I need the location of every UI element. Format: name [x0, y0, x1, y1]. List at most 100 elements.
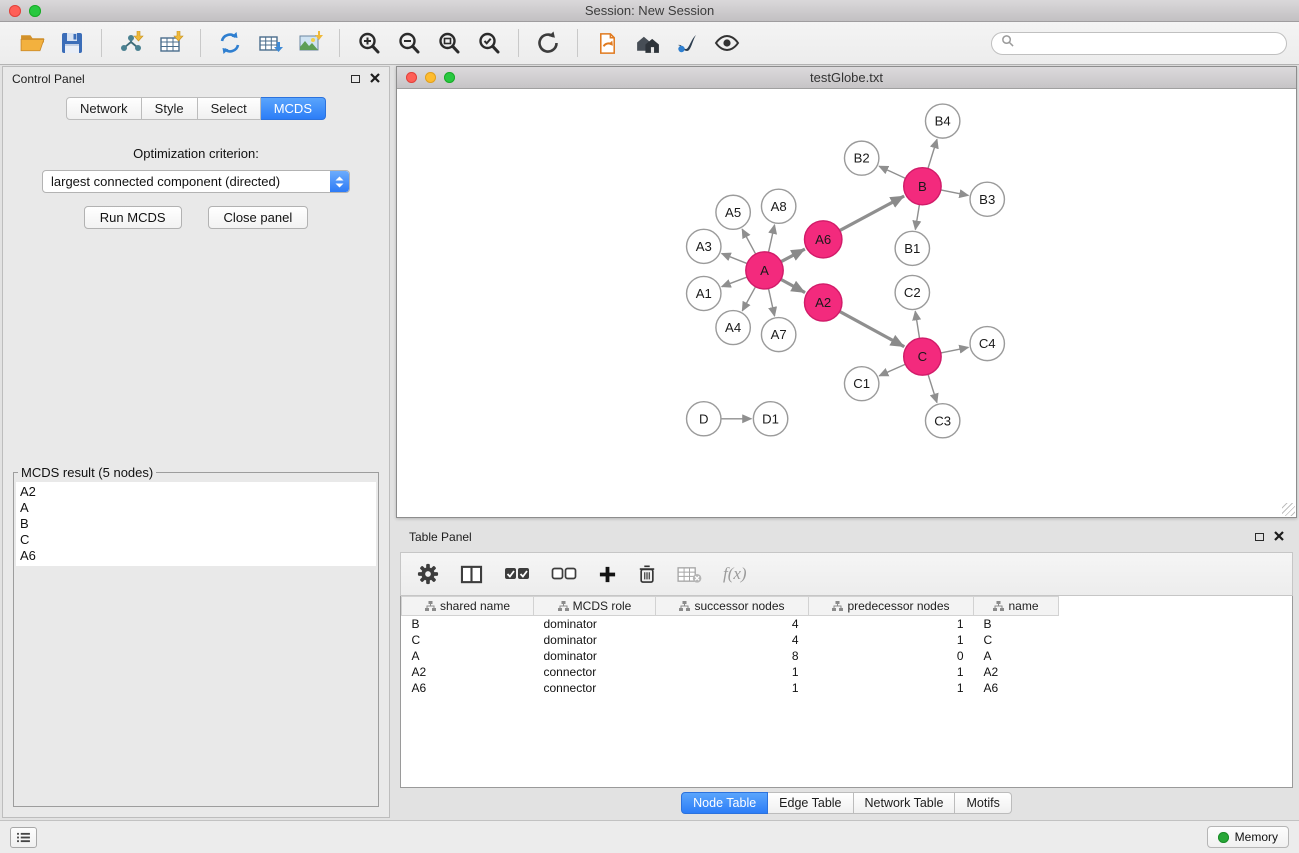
- checked-pair-button[interactable]: [504, 567, 530, 581]
- network-minimize-button[interactable]: [425, 72, 436, 83]
- graph-node-B[interactable]: B: [904, 168, 941, 205]
- graph-node-A7[interactable]: A7: [761, 318, 795, 352]
- graph-edge-A6-B[interactable]: [840, 196, 904, 231]
- delete-table-button[interactable]: [677, 565, 702, 584]
- table-tab-motifs[interactable]: Motifs: [955, 792, 1011, 814]
- delete-column-button[interactable]: [638, 564, 656, 584]
- graph-edge-C-C4[interactable]: [941, 347, 969, 353]
- mcds-result-item[interactable]: A: [20, 500, 372, 516]
- table-cell[interactable]: B: [974, 616, 1059, 633]
- settings-gear-button[interactable]: [417, 563, 439, 585]
- graph-node-A6[interactable]: A6: [804, 221, 841, 258]
- table-cell[interactable]: dominator: [534, 632, 656, 648]
- zoom-fit-button[interactable]: [429, 25, 469, 61]
- control-tab-select[interactable]: Select: [198, 97, 261, 120]
- graph-node-B1[interactable]: B1: [895, 231, 929, 265]
- graph-node-A1[interactable]: A1: [687, 276, 721, 310]
- graph-edge-C-C1[interactable]: [879, 364, 905, 376]
- zoom-selected-button[interactable]: [469, 25, 509, 61]
- table-row[interactable]: Bdominator41B: [402, 616, 1293, 633]
- mcds-result-item[interactable]: A6: [20, 548, 372, 564]
- graph-node-A2[interactable]: A2: [804, 284, 841, 321]
- close-table-panel-icon[interactable]: [1274, 530, 1284, 544]
- table-tab-node-table[interactable]: Node Table: [681, 792, 768, 814]
- graph-edge-A-A5[interactable]: [742, 229, 755, 254]
- graph-edge-A-A2[interactable]: [781, 279, 805, 292]
- table-cell[interactable]: 4: [656, 632, 809, 648]
- close-panel-button[interactable]: Close panel: [208, 206, 309, 229]
- task-history-button[interactable]: [10, 827, 37, 848]
- control-tab-mcds[interactable]: MCDS: [261, 97, 326, 120]
- table-tab-network-table[interactable]: Network Table: [854, 792, 956, 814]
- graph-node-A3[interactable]: A3: [687, 229, 721, 263]
- run-mcds-button[interactable]: Run MCDS: [84, 206, 182, 229]
- table-cell[interactable]: 8: [656, 648, 809, 664]
- table-cell[interactable]: 1: [809, 680, 974, 696]
- column-header-successor-nodes[interactable]: successor nodes: [656, 597, 809, 616]
- unchecked-pair-button[interactable]: [551, 567, 577, 581]
- column-header-predecessor-nodes[interactable]: predecessor nodes: [809, 597, 974, 616]
- table-cell[interactable]: 1: [809, 616, 974, 633]
- search-field[interactable]: [991, 32, 1287, 55]
- graph-edge-A-A1[interactable]: [722, 277, 747, 287]
- open-session-button[interactable]: [12, 25, 52, 61]
- column-header-MCDS-role[interactable]: MCDS role: [534, 597, 656, 616]
- graph-node-C1[interactable]: C1: [844, 367, 878, 401]
- graph-edge-C-C2[interactable]: [915, 311, 919, 338]
- criterion-dropdown[interactable]: largest connected component (directed): [42, 170, 350, 193]
- add-column-button[interactable]: [598, 565, 617, 584]
- graph-node-C3[interactable]: C3: [925, 404, 959, 438]
- home-networks-button[interactable]: [627, 25, 667, 61]
- network-close-button[interactable]: [406, 72, 417, 83]
- table-cell[interactable]: B: [402, 616, 534, 633]
- refresh-network-button[interactable]: [528, 25, 568, 61]
- graph-node-C[interactable]: C: [904, 338, 941, 375]
- export-network-button[interactable]: [210, 25, 250, 61]
- table-cell[interactable]: dominator: [534, 616, 656, 633]
- table-cell[interactable]: connector: [534, 664, 656, 680]
- control-tab-style[interactable]: Style: [142, 97, 198, 120]
- style-brush-button[interactable]: [667, 25, 707, 61]
- table-cell[interactable]: 1: [656, 664, 809, 680]
- graph-edge-B-B1[interactable]: [915, 205, 919, 230]
- zoom-out-button[interactable]: [389, 25, 429, 61]
- table-cell[interactable]: A2: [402, 664, 534, 680]
- memory-button[interactable]: Memory: [1207, 826, 1289, 848]
- graph-node-A5[interactable]: A5: [716, 195, 750, 229]
- table-cell[interactable]: A6: [974, 680, 1059, 696]
- table-cell[interactable]: C: [974, 632, 1059, 648]
- graph-node-B3[interactable]: B3: [970, 182, 1004, 216]
- table-row[interactable]: A6connector11A6: [402, 680, 1293, 696]
- graph-edge-B-B4[interactable]: [928, 139, 937, 168]
- network-graph[interactable]: B4B2BB3A8A5A6A3B1AC2A1A2A4A7C4CC1C3DD1: [397, 89, 1296, 517]
- zoom-window-button[interactable]: [29, 5, 41, 17]
- column-header-shared-name[interactable]: shared name: [402, 597, 534, 616]
- import-table-file-button[interactable]: [151, 25, 191, 61]
- graph-edge-B-B2[interactable]: [879, 166, 905, 178]
- search-input[interactable]: [1019, 36, 1277, 50]
- save-session-button[interactable]: [52, 25, 92, 61]
- close-window-button[interactable]: [9, 5, 21, 17]
- graph-node-A[interactable]: A: [746, 252, 783, 289]
- function-builder-button[interactable]: f(x): [723, 564, 747, 584]
- table-cell[interactable]: 1: [656, 680, 809, 696]
- graph-node-A4[interactable]: A4: [716, 311, 750, 345]
- graph-edge-A-A7[interactable]: [768, 289, 774, 316]
- export-image-button[interactable]: [290, 25, 330, 61]
- graph-node-B4[interactable]: B4: [925, 104, 959, 138]
- mcds-result-item[interactable]: C: [20, 532, 372, 548]
- graph-edge-A-A6[interactable]: [781, 249, 805, 262]
- graph-edge-A-A3[interactable]: [722, 253, 747, 263]
- float-table-panel-icon[interactable]: [1255, 533, 1264, 541]
- control-tab-network[interactable]: Network: [66, 97, 142, 120]
- table-row[interactable]: A2connector11A2: [402, 664, 1293, 680]
- graph-edge-A-A8[interactable]: [768, 225, 774, 252]
- table-row[interactable]: Cdominator41C: [402, 632, 1293, 648]
- select-columns-button[interactable]: [460, 564, 483, 585]
- network-zoom-button[interactable]: [444, 72, 455, 83]
- graph-node-D[interactable]: D: [687, 402, 721, 436]
- column-header-name[interactable]: name: [974, 597, 1059, 616]
- graph-node-D1[interactable]: D1: [753, 402, 787, 436]
- import-network-file-button[interactable]: [111, 25, 151, 61]
- close-panel-icon[interactable]: [370, 72, 380, 86]
